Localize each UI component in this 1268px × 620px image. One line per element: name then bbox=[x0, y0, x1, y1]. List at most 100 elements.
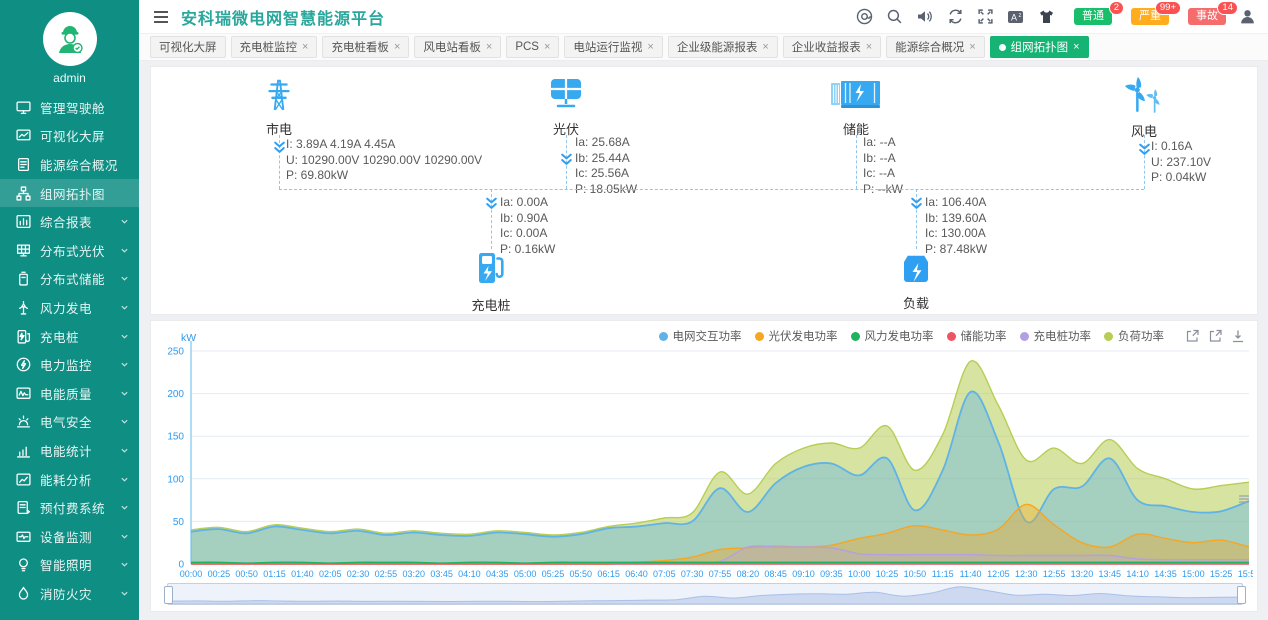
close-icon[interactable]: × bbox=[969, 42, 975, 53]
zoom-box-icon[interactable] bbox=[1185, 329, 1199, 343]
node-value: P: 0.04kW bbox=[1151, 170, 1211, 186]
node-value: Ia: 25.68A bbox=[575, 135, 637, 151]
drag-handle-icon[interactable] bbox=[1238, 491, 1250, 509]
legend-item-3[interactable]: 储能功率 bbox=[947, 328, 1007, 344]
close-icon[interactable]: × bbox=[544, 42, 550, 53]
sidebar-item-alarm[interactable]: 电气安全 bbox=[0, 408, 139, 437]
svg-text:09:10: 09:10 bbox=[792, 569, 815, 579]
tab-6[interactable]: 企业级能源报表× bbox=[668, 36, 778, 58]
alarm-badge-label: 普通 bbox=[1082, 10, 1104, 22]
close-icon[interactable]: × bbox=[866, 42, 872, 53]
translate-icon[interactable]: Az bbox=[1007, 9, 1025, 25]
legend-dot bbox=[755, 332, 764, 341]
analysis-icon bbox=[16, 472, 31, 487]
user-icon[interactable] bbox=[1239, 8, 1256, 25]
svg-text:11:15: 11:15 bbox=[932, 569, 954, 579]
sidebar-item-battery[interactable]: 分布式储能 bbox=[0, 265, 139, 294]
theme-icon[interactable] bbox=[1038, 9, 1055, 25]
node-value: Ic: --A bbox=[863, 166, 903, 182]
datazoom-left-handle[interactable] bbox=[164, 586, 173, 604]
sidebar-item-label: 能耗分析 bbox=[40, 470, 120, 489]
sidebar-item-screen[interactable]: 可视化大屏 bbox=[0, 122, 139, 151]
legend-item-5[interactable]: 负荷功率 bbox=[1104, 328, 1164, 344]
search-icon[interactable] bbox=[886, 8, 903, 25]
svg-text:50: 50 bbox=[173, 517, 185, 528]
close-icon[interactable]: × bbox=[1073, 42, 1079, 53]
sidebar-item-report[interactable]: 综合报表 bbox=[0, 207, 139, 236]
alarm-badge-0[interactable]: 普通2 bbox=[1074, 8, 1112, 25]
legend-item-0[interactable]: 电网交互功率 bbox=[659, 328, 742, 344]
sidebar-item-device[interactable]: 设备监测 bbox=[0, 522, 139, 551]
node-load: 负载 bbox=[876, 249, 956, 312]
node-value: Ib: --A bbox=[863, 151, 903, 167]
legend-dot bbox=[1104, 332, 1113, 341]
quality-icon bbox=[16, 386, 31, 401]
badge-count: 2 bbox=[1109, 1, 1124, 15]
avatar bbox=[43, 12, 97, 66]
chart-datazoom-slider[interactable] bbox=[167, 583, 1243, 605]
close-icon[interactable]: × bbox=[647, 42, 653, 53]
fullscreen-icon[interactable] bbox=[977, 8, 994, 25]
sidebar-item-book[interactable]: 能源综合概况 bbox=[0, 150, 139, 179]
node-pv-icon bbox=[546, 100, 586, 117]
close-icon[interactable]: × bbox=[394, 42, 400, 53]
node-value: Ib: 139.60A bbox=[925, 211, 987, 227]
restore-icon[interactable] bbox=[1208, 329, 1222, 343]
close-icon[interactable]: × bbox=[762, 42, 768, 53]
chevron-down-icon bbox=[120, 360, 129, 369]
sidebar-item-fire[interactable]: 消防火灾 bbox=[0, 579, 139, 608]
sidebar-item-label: 电力监控 bbox=[40, 355, 120, 374]
tab-7[interactable]: 企业收益报表× bbox=[783, 36, 881, 58]
legend-label: 风力发电功率 bbox=[865, 328, 934, 344]
at-circle-icon[interactable] bbox=[856, 8, 873, 25]
legend-item-1[interactable]: 光伏发电功率 bbox=[755, 328, 838, 344]
menu-toggle-button[interactable] bbox=[151, 8, 171, 26]
sidebar-item-charger[interactable]: 充电桩 bbox=[0, 322, 139, 351]
svg-text:04:10: 04:10 bbox=[458, 569, 481, 579]
sidebar-item-dashboard[interactable]: 管理驾驶舱 bbox=[0, 93, 139, 122]
close-icon[interactable]: × bbox=[486, 42, 492, 53]
datazoom-right-handle[interactable] bbox=[1237, 586, 1246, 604]
node-storage-icon bbox=[829, 100, 883, 117]
node-charger-icon bbox=[471, 276, 511, 293]
tab-8[interactable]: 能源综合概况× bbox=[886, 36, 984, 58]
sidebar-item-topology[interactable]: 组网拓扑图 bbox=[0, 179, 139, 208]
sidebar-item-prepaid[interactable]: 预付费系统 bbox=[0, 493, 139, 522]
tab-9[interactable]: 组网拓扑图× bbox=[990, 36, 1089, 58]
tab-2[interactable]: 充电桩看板× bbox=[322, 36, 409, 58]
node-load-values: Ia: 106.40AIb: 139.60AIc: 130.00AP: 87.4… bbox=[925, 195, 987, 257]
sidebar-item-pv[interactable]: 分布式光伏 bbox=[0, 236, 139, 265]
legend-item-2[interactable]: 风力发电功率 bbox=[851, 328, 934, 344]
tab-4[interactable]: PCS× bbox=[506, 36, 559, 58]
alarm-badge-2[interactable]: 事故14 bbox=[1188, 8, 1226, 25]
topology-panel: 市电I: 3.89A 4.19A 4.45AU: 10290.00V 10290… bbox=[150, 66, 1258, 315]
sidebar-item-quality[interactable]: 电能质量 bbox=[0, 379, 139, 408]
tab-1[interactable]: 充电桩监控× bbox=[231, 36, 318, 58]
sidebar-item-bulb[interactable]: 智能照明 bbox=[0, 551, 139, 580]
svg-text:15:00: 15:00 bbox=[1182, 569, 1205, 579]
node-pv: 光伏 bbox=[526, 75, 606, 138]
sidebar-item-power[interactable]: 电力监控 bbox=[0, 350, 139, 379]
power-icon bbox=[16, 357, 31, 372]
refresh-icon[interactable] bbox=[947, 8, 964, 25]
sidebar-item-wind[interactable]: 风力发电 bbox=[0, 293, 139, 322]
page-title: 安科瑞微电网智慧能源平台 bbox=[181, 5, 385, 29]
tab-5[interactable]: 电站运行监视× bbox=[564, 36, 662, 58]
alarm-badge-1[interactable]: 严重99+ bbox=[1131, 8, 1169, 25]
node-value: U: 10290.00V 10290.00V 10290.00V bbox=[286, 153, 482, 169]
svg-text:01:40: 01:40 bbox=[291, 569, 314, 579]
node-value: I: 0.16A bbox=[1151, 139, 1211, 155]
speaker-icon[interactable] bbox=[916, 8, 934, 25]
legend-item-4[interactable]: 充电桩功率 bbox=[1020, 328, 1092, 344]
tab-0[interactable]: 可视化大屏 bbox=[150, 36, 226, 58]
download-icon[interactable] bbox=[1231, 329, 1245, 343]
sidebar: admin 管理驾驶舱可视化大屏能源综合概况组网拓扑图综合报表分布式光伏分布式储… bbox=[0, 0, 139, 620]
tab-3[interactable]: 风电站看板× bbox=[414, 36, 501, 58]
flow-down-icon bbox=[1138, 143, 1151, 161]
legend-label: 储能功率 bbox=[961, 328, 1007, 344]
sidebar-item-analysis[interactable]: 能耗分析 bbox=[0, 465, 139, 494]
close-icon[interactable]: × bbox=[302, 42, 308, 53]
chevron-down-icon bbox=[120, 560, 129, 569]
node-grid-icon bbox=[260, 100, 298, 117]
sidebar-item-bars[interactable]: 电能统计 bbox=[0, 436, 139, 465]
